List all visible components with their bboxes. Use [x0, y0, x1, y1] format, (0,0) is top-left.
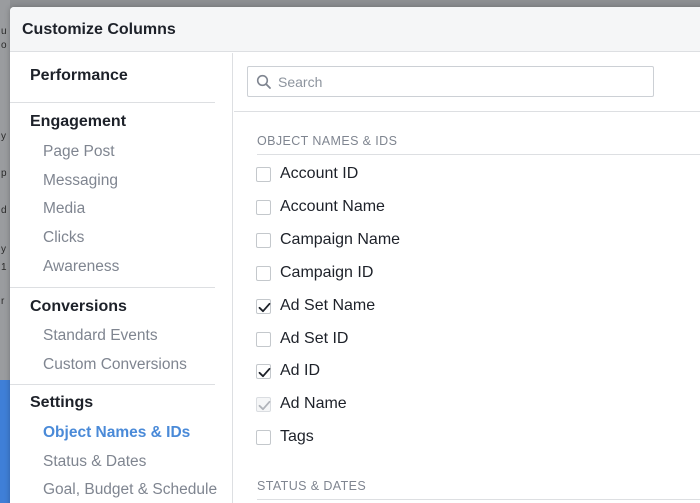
- option-label: Account ID: [280, 165, 359, 182]
- sidebar-heading-settings[interactable]: Settings: [30, 394, 93, 412]
- checkbox-campaign-id[interactable]: [256, 266, 271, 281]
- sidebar-item-standard-events[interactable]: Standard Events: [43, 327, 158, 345]
- sidebar-item-media[interactable]: Media: [43, 200, 85, 218]
- sidebar-group-settings: Settings Object Names & IDs Status & Dat…: [10, 385, 217, 503]
- search-input[interactable]: [278, 69, 648, 94]
- checkmark-icon: [258, 302, 271, 313]
- sidebar-item-status-dates[interactable]: Status & Dates: [43, 453, 146, 471]
- sidebar-group-engagement: Engagement Page Post Messaging Media Cli…: [10, 103, 215, 288]
- customize-columns-dialog: Customize Columns Performance Engagement…: [10, 7, 700, 503]
- option-label: Ad Name: [280, 395, 347, 412]
- background-text: y: [1, 244, 6, 255]
- search-bar: [234, 53, 700, 112]
- option-tags[interactable]: Tags: [256, 427, 556, 449]
- option-ad-id[interactable]: Ad ID: [256, 361, 556, 383]
- option-label: Campaign ID: [280, 264, 374, 281]
- section-title-status-dates: STATUS & DATES: [257, 479, 367, 493]
- checkbox-campaign-name[interactable]: [256, 233, 271, 248]
- option-campaign-name[interactable]: Campaign Name: [256, 230, 556, 252]
- background-text: d: [1, 205, 7, 216]
- section-divider: [257, 154, 700, 155]
- background-text: r: [1, 296, 5, 307]
- option-ad-set-name[interactable]: Ad Set Name: [256, 296, 556, 318]
- sidebar-item-goal-budget-schedule[interactable]: Goal, Budget & Schedule: [43, 481, 217, 499]
- option-campaign-id[interactable]: Campaign ID: [256, 263, 556, 285]
- dialog-header: Customize Columns: [10, 7, 700, 52]
- background-text: u: [1, 26, 7, 37]
- option-label: Ad Set ID: [280, 330, 349, 347]
- option-label: Ad Set Name: [280, 297, 376, 314]
- checkbox-account-id[interactable]: [256, 167, 271, 182]
- option-label: Account Name: [280, 198, 385, 215]
- option-account-id[interactable]: Account ID: [256, 164, 556, 186]
- checkbox-ad-name-disabled: [256, 397, 271, 412]
- sidebar-item-page-post[interactable]: Page Post: [43, 143, 115, 161]
- sidebar-heading-performance[interactable]: Performance: [30, 67, 128, 85]
- search-box[interactable]: [247, 66, 654, 97]
- background-text: p: [1, 168, 7, 179]
- sidebar-item-custom-conversions[interactable]: Custom Conversions: [43, 356, 187, 374]
- section-divider: [257, 499, 700, 500]
- sidebar-item-awareness[interactable]: Awareness: [43, 258, 119, 276]
- option-label: Campaign Name: [280, 231, 401, 248]
- sidebar-group-performance: Performance: [10, 53, 215, 103]
- sidebar-group-conversions: Conversions Standard Events Custom Conve…: [10, 288, 215, 385]
- sidebar-heading-conversions[interactable]: Conversions: [30, 298, 127, 316]
- option-ad-set-id[interactable]: Ad Set ID: [256, 329, 556, 351]
- option-label: Ad ID: [280, 362, 321, 379]
- dialog-title: Customize Columns: [22, 21, 176, 38]
- section-title-object-names-ids: OBJECT NAMES & IDS: [257, 134, 398, 148]
- option-ad-name[interactable]: Ad Name: [256, 394, 556, 416]
- checkmark-icon: [258, 400, 271, 411]
- option-account-name[interactable]: Account Name: [256, 197, 556, 219]
- checkbox-ad-set-id[interactable]: [256, 332, 271, 347]
- checkbox-tags[interactable]: [256, 430, 271, 445]
- background-accent: [0, 380, 10, 503]
- column-options-panel: OBJECT NAMES & IDS Account ID Account Na…: [234, 53, 700, 503]
- sidebar-item-messaging[interactable]: Messaging: [43, 172, 118, 190]
- checkbox-account-name[interactable]: [256, 200, 271, 215]
- sidebar-item-object-names-ids[interactable]: Object Names & IDs: [43, 424, 190, 442]
- column-category-sidebar: Performance Engagement Page Post Messagi…: [10, 53, 233, 503]
- background-text: y: [1, 131, 6, 142]
- checkbox-ad-set-name[interactable]: [256, 299, 271, 314]
- search-icon: [256, 74, 272, 90]
- background-text: 1: [1, 262, 7, 273]
- checkbox-ad-id[interactable]: [256, 364, 271, 379]
- background-text: o: [1, 40, 7, 51]
- sidebar-heading-engagement[interactable]: Engagement: [30, 113, 126, 131]
- checkmark-icon: [258, 367, 271, 378]
- option-label: Tags: [280, 428, 314, 445]
- sidebar-item-clicks[interactable]: Clicks: [43, 229, 84, 247]
